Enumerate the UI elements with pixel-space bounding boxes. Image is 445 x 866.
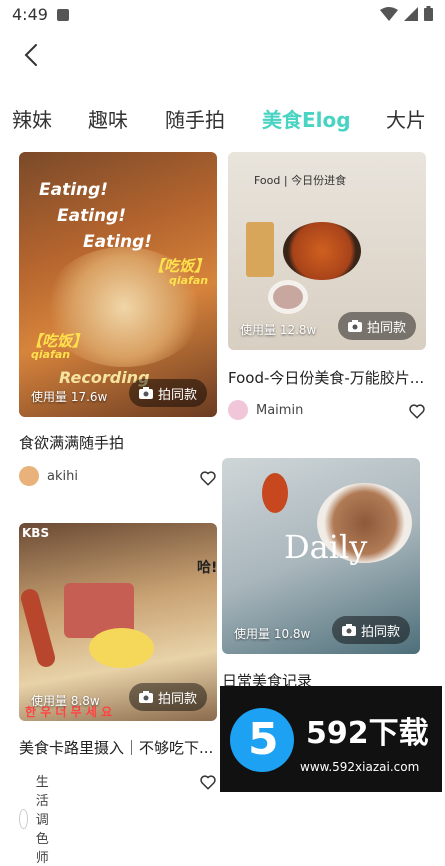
- shoot-same-label: 拍同款: [366, 320, 406, 336]
- template-thumbnail[interactable]: Food | 今日份进食 使用量 12.8w 拍同款: [228, 152, 426, 350]
- signal-icon: [404, 6, 418, 21]
- author[interactable]: Maimin: [228, 400, 303, 420]
- back-button[interactable]: [18, 40, 48, 70]
- shoot-same-button[interactable]: 拍同款: [331, 616, 410, 644]
- avatar: [228, 400, 248, 420]
- dish-image: [89, 628, 154, 668]
- dish-image: [246, 222, 274, 277]
- tab-quwei[interactable]: 趣味: [88, 104, 128, 133]
- overlay-text: 【吃饭】: [149, 257, 210, 275]
- watermark-digit: 5: [248, 714, 279, 765]
- overlay-text: Eating!: [83, 232, 153, 252]
- overlay-text: qiafan: [31, 348, 71, 361]
- notification-icon: [57, 9, 69, 21]
- usage-count: 使用量 17.6w: [31, 390, 108, 404]
- heart-icon[interactable]: [199, 773, 217, 791]
- watermark-url: www.592xiazai.com: [300, 760, 420, 774]
- watermark-brand: 592下载: [306, 716, 429, 751]
- shoot-same-button[interactable]: 拍同款: [337, 312, 416, 340]
- tab-dapian[interactable]: 大片: [386, 104, 426, 133]
- usage-count: 使用量 10.8w: [234, 627, 311, 641]
- battery-icon: [424, 6, 433, 21]
- overlay-text: Eating!: [57, 206, 127, 226]
- template-thumbnail[interactable]: KBS 哈! 한 우 너 무 세 요 使用量 8.8w 拍同款: [19, 523, 217, 721]
- shoot-same-label: 拍同款: [360, 624, 400, 640]
- site-watermark: 5 592下载 www.592xiazai.com: [220, 686, 442, 792]
- tab-suishoupai[interactable]: 随手拍: [165, 104, 225, 133]
- template-title[interactable]: 美食卡路里摄入｜不够吃下...: [19, 737, 217, 758]
- avatar: [19, 808, 28, 829]
- avatar: [19, 466, 39, 486]
- shoot-same-label: 拍同款: [157, 691, 197, 707]
- wifi-icon: [380, 6, 398, 21]
- tab-lamei[interactable]: 辣妹: [12, 104, 52, 133]
- author[interactable]: 生活调色师: [19, 771, 60, 866]
- overlay-text: Daily: [284, 528, 368, 566]
- tab-meishi-elog[interactable]: 美食Elog: [262, 104, 351, 133]
- usage-count: 使用量 8.8w: [31, 694, 100, 708]
- template-title[interactable]: Food-今日份美食-万能胶片...: [228, 367, 426, 388]
- watermark-logo: 5: [230, 708, 294, 772]
- author-name: 生活调色师: [35, 775, 49, 866]
- dish-image: [19, 587, 58, 669]
- author-name: Maimin: [256, 402, 304, 418]
- overlay-text: Eating!: [39, 180, 109, 200]
- status-time: 4:49: [12, 5, 48, 24]
- category-tabs: 辣妹 趣味 随手拍 美食Elog 大片: [0, 100, 445, 136]
- camera-icon: [341, 624, 356, 636]
- overlay-text: KBS: [22, 526, 50, 540]
- heart-icon[interactable]: [199, 469, 217, 487]
- heart-icon[interactable]: [408, 402, 426, 420]
- author[interactable]: akihi: [19, 466, 78, 486]
- dish-image: [262, 473, 288, 513]
- status-icons: [380, 6, 433, 21]
- camera-icon: [138, 387, 153, 399]
- camera-icon: [138, 691, 153, 703]
- status-bar: 4:49: [0, 0, 445, 30]
- overlay-text: 哈!: [197, 560, 217, 576]
- shoot-same-button[interactable]: 拍同款: [128, 683, 207, 711]
- template-thumbnail[interactable]: Daily 使用量 10.8w 拍同款: [222, 458, 420, 654]
- dish-image: [283, 222, 361, 280]
- overlay-text: qiafan: [169, 274, 209, 287]
- shoot-same-button[interactable]: 拍同款: [128, 379, 207, 407]
- dish-image: [268, 280, 308, 314]
- camera-icon: [347, 320, 362, 332]
- template-title[interactable]: 食欲满满随手拍: [19, 432, 217, 453]
- shoot-same-label: 拍同款: [157, 387, 197, 403]
- template-thumbnail[interactable]: Eating! Eating! Eating! 【吃饭】 qiafan 【吃饭】…: [19, 152, 217, 417]
- usage-count: 使用量 12.8w: [240, 323, 317, 337]
- chevron-left-icon: [24, 44, 37, 66]
- overlay-text: Food | 今日份进食: [254, 174, 347, 187]
- author-name: akihi: [47, 468, 78, 484]
